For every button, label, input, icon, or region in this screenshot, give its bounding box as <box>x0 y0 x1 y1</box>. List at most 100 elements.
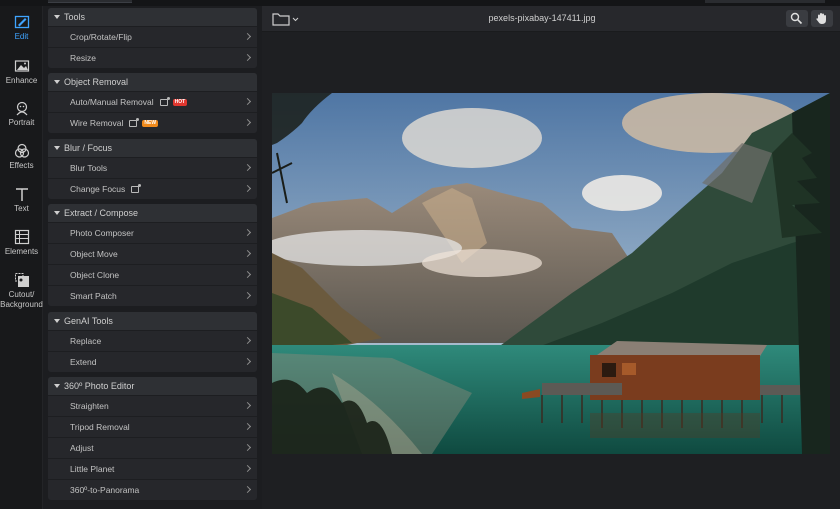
collapse-caret-icon <box>54 80 60 84</box>
group-title: 360º Photo Editor <box>64 381 135 391</box>
menu-item-label: Change Focus <box>70 184 126 194</box>
menu-item-label: Auto/Manual Removal <box>70 97 154 107</box>
rail-label-line2: Background <box>0 300 43 309</box>
main-area: pexels-pixabay-147411.jpg <box>262 6 840 509</box>
chevron-right-icon <box>243 184 252 193</box>
menu-item-change-focus[interactable]: Change Focus <box>48 178 257 199</box>
group-header[interactable]: Extract / Compose <box>48 204 257 222</box>
collapse-caret-icon <box>54 319 60 323</box>
top-tab-indicator <box>48 0 132 3</box>
menu-item-adjust[interactable]: Adjust <box>48 437 257 458</box>
rail-item-cutout[interactable]: Cutout/ Background <box>0 272 43 324</box>
tools-panel: Tools Crop/Rotate/Flip Resize Object Rem… <box>43 6 262 509</box>
rail-item-elements[interactable]: Elements <box>0 229 43 273</box>
rail-label: Portrait <box>8 118 35 127</box>
chevron-right-icon <box>243 357 252 366</box>
menu-item-object-clone[interactable]: Object Clone <box>48 264 257 285</box>
top-right-segment <box>705 0 825 3</box>
chevron-right-icon <box>243 32 252 41</box>
chevron-right-icon <box>243 228 252 237</box>
group-title: Extract / Compose <box>64 208 139 218</box>
rail-label: Effects <box>9 161 34 170</box>
menu-item-crop-rotate-flip[interactable]: Crop/Rotate/Flip <box>48 26 257 47</box>
menu-item-photo-composer[interactable]: Photo Composer <box>48 222 257 243</box>
elements-icon <box>14 229 29 245</box>
zoom-button[interactable] <box>786 10 808 27</box>
group-blur-focus: Blur / Focus Blur Tools Change Focus <box>48 139 257 199</box>
chevron-right-icon <box>243 401 252 410</box>
chevron-right-icon <box>243 163 252 172</box>
chevron-right-icon <box>243 270 252 279</box>
menu-item-object-move[interactable]: Object Move <box>48 243 257 264</box>
hot-badge: HOT <box>172 98 188 106</box>
menu-item-resize[interactable]: Resize <box>48 47 257 68</box>
menu-item-tripod-removal[interactable]: Tripod Removal <box>48 416 257 437</box>
image-toolbar: pexels-pixabay-147411.jpg <box>262 6 840 32</box>
menu-item-little-planet[interactable]: Little Planet <box>48 458 257 479</box>
image-icon <box>159 96 170 106</box>
menu-item-extend[interactable]: Extend <box>48 351 257 372</box>
group-extract-compose: Extract / Compose Photo Composer Object … <box>48 204 257 306</box>
menu-item-label: Smart Patch <box>70 291 117 301</box>
menu-item-label: Adjust <box>70 443 94 453</box>
rail-item-portrait[interactable]: Portrait <box>0 100 43 144</box>
menu-item-label: Little Planet <box>70 464 115 474</box>
menu-item-label: Photo Composer <box>70 228 134 238</box>
group-360-photo-editor: 360º Photo Editor Straighten Tripod Remo… <box>48 377 257 500</box>
group-header[interactable]: Blur / Focus <box>48 139 257 157</box>
chevron-right-icon <box>243 249 252 258</box>
folder-icon[interactable] <box>272 12 300 26</box>
text-icon <box>15 188 28 201</box>
rail-item-edit[interactable]: Edit <box>0 14 43 58</box>
rail-label: Edit <box>14 32 29 41</box>
group-object-removal: Object Removal Auto/Manual Removal HOT Wi… <box>48 73 257 133</box>
rail-item-text[interactable]: Text <box>0 186 43 230</box>
menu-item-blur-tools[interactable]: Blur Tools <box>48 157 257 178</box>
chevron-right-icon <box>243 485 252 494</box>
group-header[interactable]: Object Removal <box>48 73 257 91</box>
hand-icon <box>816 13 826 24</box>
chevron-right-icon <box>243 464 252 473</box>
file-name: pexels-pixabay-147411.jpg <box>488 13 596 23</box>
menu-item-360-to-panorama[interactable]: 360º-to-Panorama <box>48 479 257 500</box>
cutout-icon <box>14 273 29 287</box>
zoom-icon <box>790 12 803 25</box>
menu-item-label: 360º-to-Panorama <box>70 485 140 495</box>
chevron-right-icon <box>243 291 252 300</box>
group-tools: Tools Crop/Rotate/Flip Resize <box>48 8 257 68</box>
chevron-right-icon <box>243 422 252 431</box>
hand-tool-button[interactable] <box>811 10 833 27</box>
menu-item-label: Crop/Rotate/Flip <box>70 32 132 42</box>
app-window: Edit Enhance Portrait Effects Text Eleme… <box>0 0 840 509</box>
group-title: Object Removal <box>64 77 129 87</box>
group-header[interactable]: Tools <box>48 8 257 26</box>
chevron-right-icon <box>243 53 252 62</box>
rail-item-enhance[interactable]: Enhance <box>0 58 43 102</box>
collapse-caret-icon <box>54 146 60 150</box>
rail-item-effects[interactable]: Effects <box>0 143 43 187</box>
menu-item-label: Replace <box>70 336 102 346</box>
new-badge: NEW <box>142 119 159 127</box>
collapse-caret-icon <box>54 211 60 215</box>
menu-item-label: Tripod Removal <box>70 422 130 432</box>
menu-item-replace[interactable]: Replace <box>48 330 257 351</box>
left-rail: Edit Enhance Portrait Effects Text Eleme… <box>0 6 43 509</box>
menu-item-auto-manual-removal[interactable]: Auto/Manual Removal HOT <box>48 91 257 112</box>
chevron-right-icon <box>243 336 252 345</box>
chevron-right-icon <box>243 97 252 106</box>
menu-item-label: Blur Tools <box>70 163 108 173</box>
group-genai-tools: GenAI Tools Replace Extend <box>48 312 257 372</box>
image-icon <box>131 183 142 193</box>
menu-item-wire-removal[interactable]: Wire Removal NEW <box>48 112 257 133</box>
collapse-caret-icon <box>54 384 60 388</box>
menu-item-straighten[interactable]: Straighten <box>48 395 257 416</box>
group-header[interactable]: 360º Photo Editor <box>48 377 257 395</box>
menu-item-label: Resize <box>70 53 96 63</box>
menu-item-smart-patch[interactable]: Smart Patch <box>48 285 257 306</box>
group-title: Blur / Focus <box>64 143 113 153</box>
rail-label: Cutout/ <box>8 290 35 299</box>
edit-icon <box>14 15 29 29</box>
menu-item-label: Extend <box>70 357 97 367</box>
group-header[interactable]: GenAI Tools <box>48 312 257 330</box>
photo-canvas[interactable] <box>272 93 830 454</box>
